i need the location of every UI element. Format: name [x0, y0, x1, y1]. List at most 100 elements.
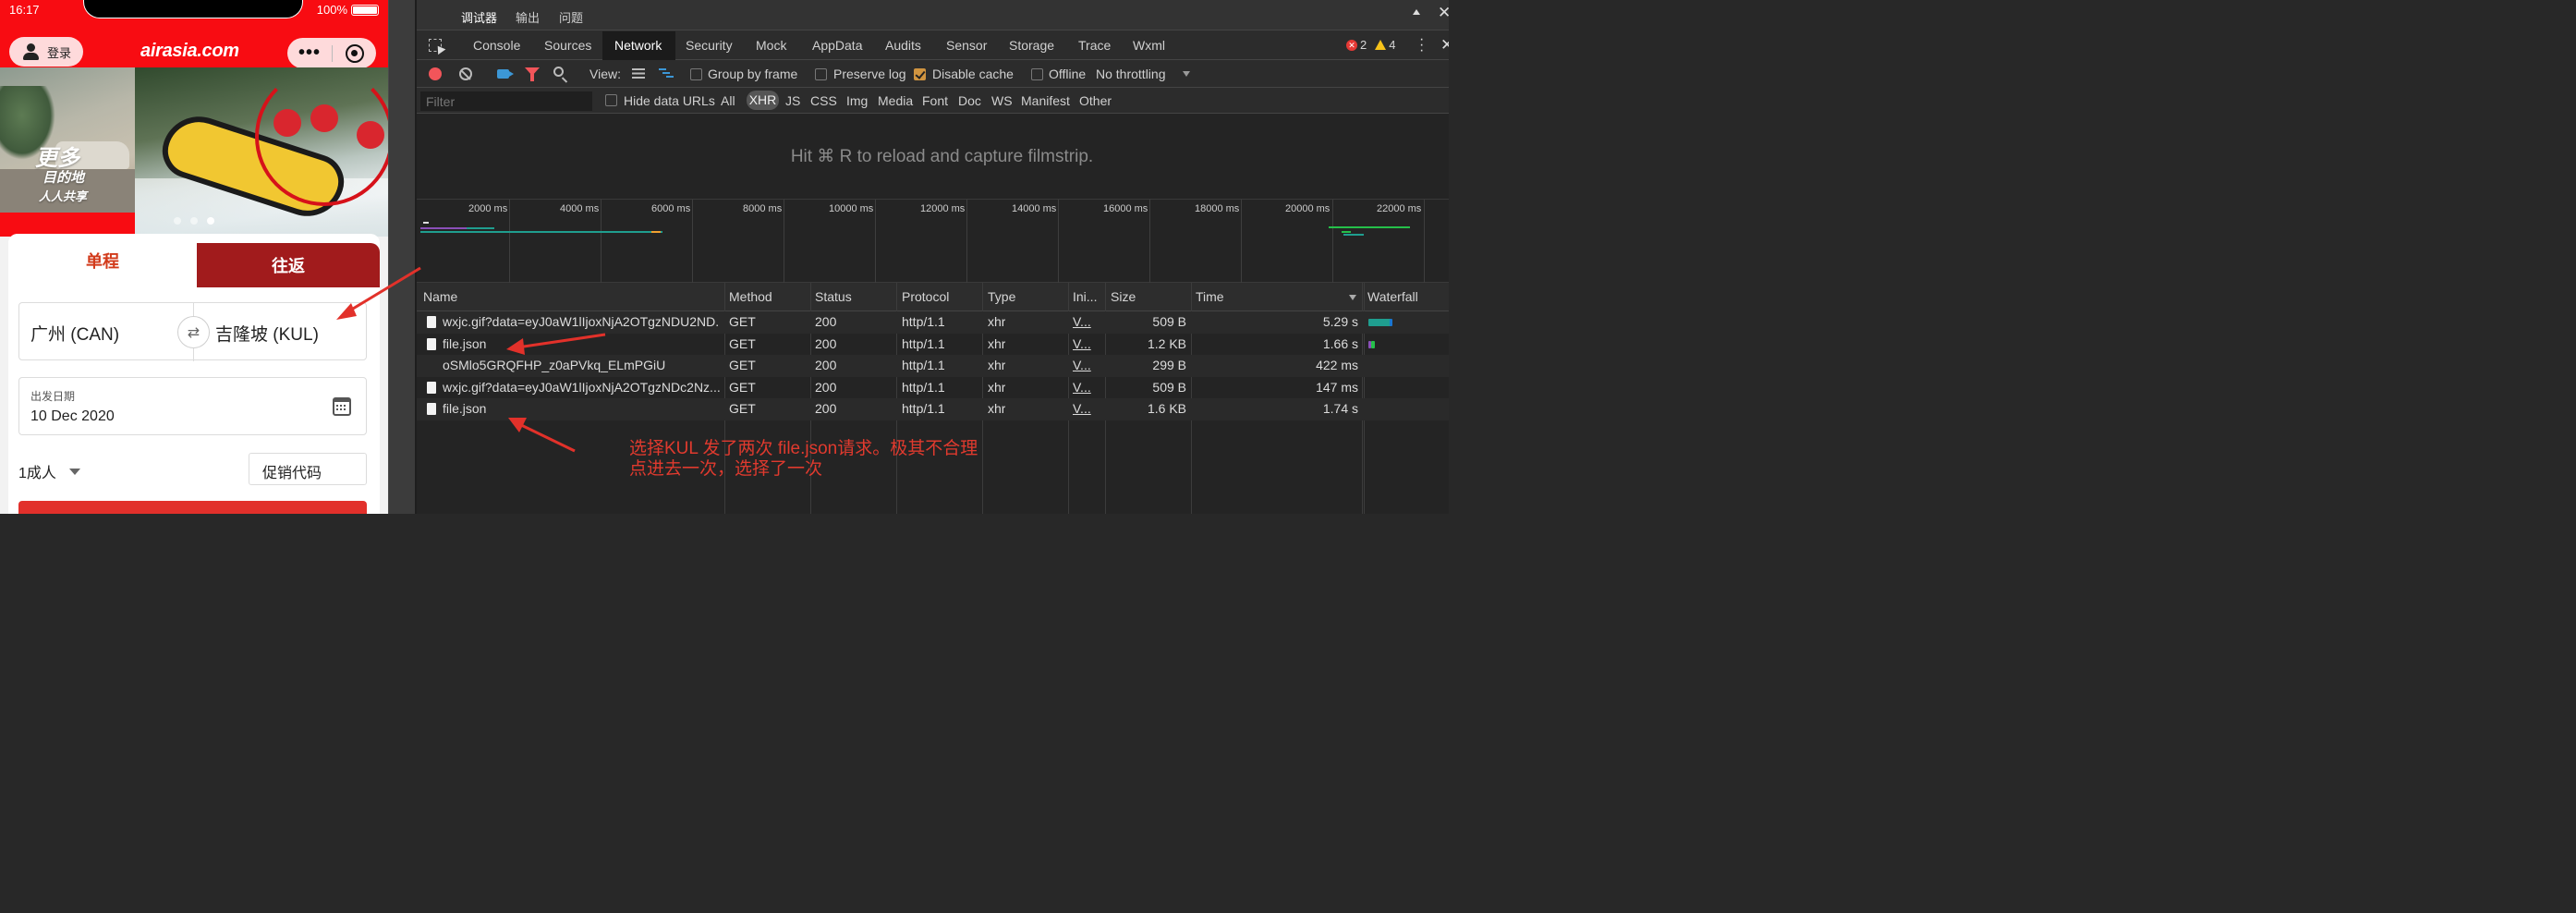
carousel-dot-active[interactable]	[207, 217, 214, 225]
search-icon[interactable]	[553, 67, 564, 77]
close-devtools-icon[interactable]: ✕	[1440, 36, 1449, 55]
column-waterfall[interactable]: Waterfall	[1367, 289, 1418, 304]
table-row[interactable]: wxjc.gif?data=eyJ0aW1lIjoxNjA2OTgzNDc2Nz…	[417, 377, 1449, 399]
waterfall-bar	[1368, 319, 1391, 326]
tab-one-way[interactable]: 单程	[8, 234, 197, 287]
offline-checkbox[interactable]	[1031, 68, 1043, 80]
promo-code-input[interactable]: 促销代码	[249, 453, 367, 485]
filter-all[interactable]: All	[721, 93, 735, 108]
tab-round-trip[interactable]: 往返	[197, 243, 380, 287]
route-selector: 广州 (CAN) ⇄ 吉隆坡 (KUL)	[18, 302, 367, 361]
tab-audits[interactable]: Audits	[885, 38, 921, 53]
clear-icon[interactable]	[459, 67, 472, 80]
panel-splitter[interactable]	[388, 0, 418, 514]
filter-js[interactable]: JS	[785, 93, 800, 108]
preserve-log-checkbox[interactable]	[815, 68, 827, 80]
tab-network[interactable]: Network	[602, 31, 675, 60]
tab-sources[interactable]: Sources	[544, 38, 591, 53]
request-initiator[interactable]: V...	[1073, 314, 1091, 329]
filter-icon[interactable]	[525, 67, 540, 81]
issues-counter[interactable]: ✕ 2 4	[1346, 38, 1395, 52]
chevron-down-icon[interactable]	[69, 469, 80, 475]
table-row[interactable]: file.json GET 200 http/1.1 xhr V... 1.2 KB 1.66…	[417, 334, 1449, 356]
request-initiator[interactable]: V...	[1073, 401, 1091, 416]
carousel-dot[interactable]	[190, 217, 198, 225]
column-name[interactable]: Name	[423, 289, 457, 304]
filter-img[interactable]: Img	[846, 93, 868, 108]
group-by-frame-label[interactable]: Group by frame	[708, 67, 797, 81]
column-protocol[interactable]: Protocol	[902, 289, 949, 304]
tab-storage[interactable]: Storage	[1009, 38, 1054, 53]
chevron-down-icon[interactable]	[1183, 71, 1190, 77]
tab-appdata[interactable]: AppData	[812, 38, 862, 53]
tick-label: 16000 ms	[1103, 203, 1148, 214]
collapse-up-icon[interactable]	[1413, 9, 1420, 15]
table-row[interactable]: file.json GET 200 http/1.1 xhr V... 1.6 KB 1.74…	[417, 398, 1449, 420]
sort-descending-icon[interactable]	[1349, 295, 1356, 300]
table-row[interactable]: oSMlo5GRQFHP_z0aPVkq_ELmPGiU GET 200 http/1…	[417, 355, 1449, 377]
tab-debugger[interactable]: 调试器	[461, 8, 498, 34]
request-initiator[interactable]: V...	[1073, 380, 1091, 395]
search-flights-button[interactable]	[18, 501, 367, 514]
origin-field[interactable]: 广州 (CAN)	[30, 321, 119, 346]
request-initiator[interactable]: V...	[1073, 358, 1091, 372]
more-options-icon[interactable]: · · ·	[1419, 32, 1424, 58]
filter-other[interactable]: Other	[1079, 93, 1112, 108]
tab-issues[interactable]: 问题	[559, 8, 583, 26]
disable-cache-label[interactable]: Disable cache	[932, 67, 1014, 81]
column-size[interactable]: Size	[1111, 289, 1136, 304]
column-method[interactable]: Method	[729, 289, 772, 304]
file-icon	[427, 381, 436, 394]
filter-manifest[interactable]: Manifest	[1021, 93, 1070, 108]
filter-ws[interactable]: WS	[991, 93, 1013, 108]
request-method: GET	[729, 335, 756, 351]
carousel-dot[interactable]	[174, 217, 181, 225]
column-status[interactable]: Status	[815, 289, 852, 304]
throttling-select[interactable]: No throttling	[1096, 67, 1165, 81]
tab-sensor[interactable]: Sensor	[946, 38, 987, 53]
record-icon[interactable]	[429, 67, 442, 80]
tab-wxml[interactable]: Wxml	[1133, 38, 1165, 53]
column-initiator[interactable]: Ini...	[1073, 289, 1097, 304]
battery-percent: 100%	[316, 3, 347, 17]
filter-doc[interactable]: Doc	[958, 93, 981, 108]
inspect-element-icon[interactable]	[429, 39, 442, 52]
column-time[interactable]: Time	[1196, 289, 1224, 304]
tab-trace[interactable]: Trace	[1078, 38, 1111, 53]
request-initiator[interactable]: V...	[1073, 336, 1091, 351]
tab-console[interactable]: Console	[473, 38, 520, 53]
flight-search-card: 往返 单程 广州 (CAN) ⇄ 吉隆坡 (KUL) 出发日期 10 Dec 2…	[8, 234, 380, 514]
more-menu-icon[interactable]: •••	[287, 38, 332, 68]
screenshot-camera-icon[interactable]	[497, 69, 509, 79]
filter-input[interactable]	[420, 91, 592, 111]
filter-font[interactable]: Font	[922, 93, 948, 108]
filter-css[interactable]: CSS	[810, 93, 837, 108]
close-miniprogram-button[interactable]	[333, 43, 376, 63]
departure-date-field[interactable]: 出发日期 10 Dec 2020	[18, 377, 367, 435]
close-icon[interactable]: ✕	[1438, 4, 1449, 22]
timeline-overview[interactable]: 2000 ms 4000 ms 6000 ms 8000 ms 10000 ms…	[417, 200, 1449, 283]
disable-cache-checkbox[interactable]	[914, 68, 926, 80]
table-row[interactable]: wxjc.gif?data=eyJ0aW1lIjoxNjA2OTgzNDU2ND…	[417, 311, 1449, 334]
filter-media[interactable]: Media	[878, 93, 913, 108]
preserve-log-label[interactable]: Preserve log	[833, 67, 906, 81]
passenger-selector[interactable]: 1成人	[18, 460, 56, 482]
large-rows-icon[interactable]	[632, 68, 645, 79]
tab-mock[interactable]: Mock	[756, 38, 786, 53]
column-type[interactable]: Type	[988, 289, 1015, 304]
tab-output[interactable]: 输出	[516, 8, 540, 26]
filter-xhr[interactable]: XHR	[747, 91, 779, 110]
hide-data-urls-checkbox[interactable]	[605, 94, 617, 106]
miniprogram-capsule: •••	[287, 38, 376, 68]
tab-security[interactable]: Security	[686, 38, 733, 53]
hide-data-urls-label[interactable]: Hide data URLs	[624, 93, 715, 108]
tick-label: 8000 ms	[743, 203, 783, 214]
swap-route-icon[interactable]: ⇄	[177, 316, 210, 348]
overview-waterfall-icon[interactable]	[659, 68, 674, 79]
promo-banner-carousel[interactable]: 更多 目的地 人人共享	[0, 67, 388, 237]
group-by-frame-checkbox[interactable]	[690, 68, 702, 80]
offline-label[interactable]: Offline	[1049, 67, 1086, 81]
login-button[interactable]: 登录	[9, 37, 83, 67]
destination-field[interactable]: 吉隆坡 (KUL)	[215, 321, 319, 346]
request-name: wxjc.gif?data=eyJ0aW1lIjoxNjA2OTgzNDU2ND…	[443, 314, 720, 329]
